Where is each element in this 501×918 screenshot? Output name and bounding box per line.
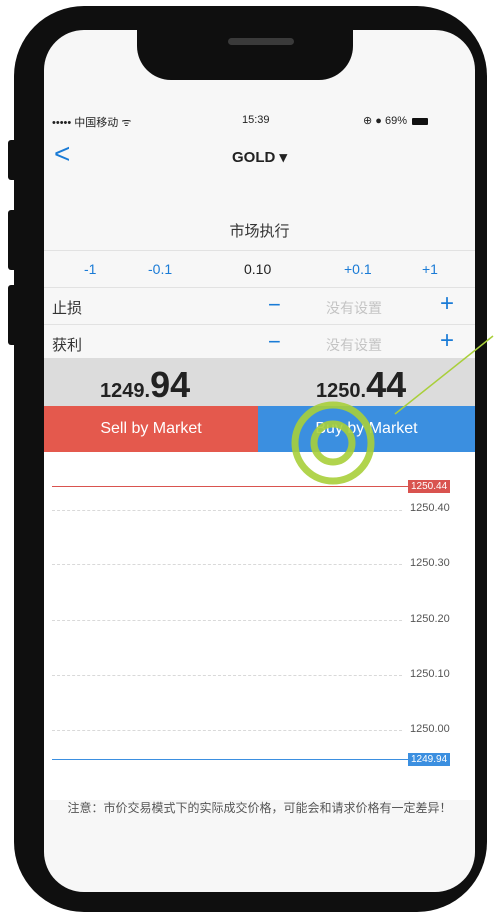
ask-price-line (52, 486, 408, 487)
grid-line (52, 675, 402, 676)
stop-loss-minus-button[interactable]: − (268, 292, 281, 318)
symbol-selector[interactable]: GOLD ▾ (44, 148, 475, 166)
phone-notch (137, 14, 353, 80)
bid-price-line (52, 759, 408, 760)
bid-price-pips: 94 (150, 364, 191, 405)
stop-loss-label: 止损 (52, 300, 83, 317)
y-tick-label: 1250.00 (410, 723, 450, 735)
tick-chart: 1250.44 1250.40 1250.30 1250.20 1250.10 … (44, 452, 475, 800)
grid-line (52, 620, 402, 621)
grid-line (52, 510, 402, 511)
battery-percentage: ⊕ ● 69% (363, 115, 407, 127)
y-tick-label: 1250.30 (410, 557, 450, 569)
volume-plus-1-button[interactable]: +1 (422, 261, 438, 277)
volume-minus-1-button[interactable]: -1 (84, 261, 96, 277)
status-indicators: ⊕ ● 69% (363, 114, 429, 127)
volume-stepper: -1 -0.1 0.10 +0.1 +1 (44, 251, 475, 288)
grid-line (52, 730, 402, 731)
volume-input[interactable]: 0.10 (244, 261, 271, 277)
clock: 15:39 (242, 114, 270, 126)
volume-plus-0-1-button[interactable]: +0.1 (344, 261, 372, 277)
ask-price-pips: 44 (366, 364, 407, 405)
ask-price-prefix: 1250. (316, 380, 367, 402)
volume-minus-0-1-button[interactable]: -0.1 (148, 261, 172, 277)
execution-mode-selector[interactable]: 市场执行 (44, 214, 475, 251)
ask-price-tag: 1250.44 (408, 480, 451, 493)
y-tick-label: 1250.10 (410, 668, 450, 680)
price-display: 1249.94 1250.44 (44, 358, 475, 406)
y-tick-label: 1250.40 (410, 502, 450, 514)
navigation-bar: < GOLD ▾ (44, 138, 475, 174)
bid-price-prefix: 1249. (100, 380, 151, 402)
battery-icon (412, 117, 429, 125)
status-bar: ••••• 中国移动 ᯤ 15:39 ⊕ ● 69% (44, 112, 475, 130)
speaker-grille (228, 38, 294, 45)
take-profit-input[interactable]: 没有设置 (326, 335, 382, 355)
take-profit-minus-button[interactable]: − (268, 329, 281, 355)
price-notice: 注意：市价交易模式下的实际成交价格，可能会和请求价格有一定差异！ (67, 801, 452, 815)
phone-screen: ••••• 中国移动 ᯤ 15:39 ⊕ ● 69% < GOLD ▾ 市场执行… (44, 30, 475, 892)
stop-loss-row: 止损 − 没有设置 + (44, 288, 475, 325)
bid-price: 1249.94 (100, 364, 190, 406)
take-profit-label: 获利 (52, 337, 83, 354)
carrier-label: ••••• 中国移动 ᯤ (52, 117, 132, 129)
stop-loss-plus-button[interactable]: + (440, 290, 454, 318)
buy-by-market-button[interactable]: Buy by Market (258, 406, 475, 452)
y-tick-label: 1250.20 (410, 613, 450, 625)
grid-line (52, 564, 402, 565)
take-profit-row: 获利 − 没有设置 + (44, 325, 475, 362)
take-profit-plus-button[interactable]: + (440, 327, 454, 355)
stop-loss-input[interactable]: 没有设置 (326, 298, 382, 318)
bid-price-tag: 1249.94 (408, 753, 451, 766)
sell-by-market-button[interactable]: Sell by Market (44, 406, 258, 452)
ask-price: 1250.44 (316, 364, 406, 406)
